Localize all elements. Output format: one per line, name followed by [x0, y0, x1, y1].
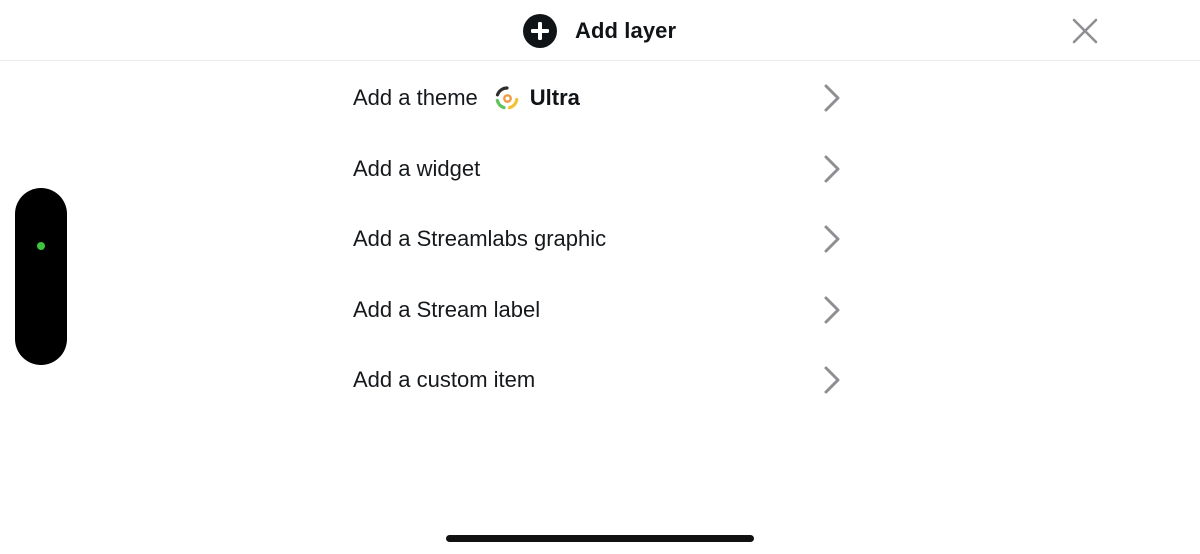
chevron-right-icon [824, 155, 840, 183]
menu-item-add-stream-label[interactable]: Add a Stream label [353, 275, 848, 346]
page-title: Add layer [575, 18, 677, 43]
close-button[interactable] [1070, 16, 1100, 46]
ultra-badge-label: Ultra [529, 85, 580, 111]
menu-item-add-custom-item[interactable]: Add a custom item [353, 345, 848, 416]
chevron-right-icon [824, 296, 840, 324]
ultra-ring-icon [495, 86, 519, 110]
close-icon [1072, 18, 1098, 44]
plus-circle-icon [523, 14, 557, 48]
menu-item-add-widget[interactable]: Add a widget [353, 134, 848, 205]
camera-indicator-dot [37, 242, 45, 250]
chevron-right-icon [824, 225, 840, 253]
menu-item-label: Add a widget [353, 155, 481, 181]
menu-item-label: Add a Stream label [353, 296, 541, 322]
add-layer-menu: Add a theme Ultra Add a widget Add a Str… [353, 63, 848, 416]
camera-pill [15, 188, 67, 365]
menu-item-add-theme[interactable]: Add a theme Ultra [353, 63, 848, 134]
menu-item-add-streamlabs-graphic[interactable]: Add a Streamlabs graphic [353, 204, 848, 275]
menu-item-label: Add a Streamlabs graphic [353, 226, 607, 252]
ultra-badge: Ultra [494, 85, 580, 111]
header: Add layer [0, 0, 1200, 61]
home-indicator[interactable] [446, 535, 754, 542]
header-title-group: Add layer [522, 13, 676, 49]
add-layer-screen: Add layer Add a theme Ultra Add a widget… [0, 0, 1200, 554]
chevron-right-icon [824, 366, 840, 394]
menu-item-label: Add a custom item [353, 367, 536, 393]
chevron-right-icon [824, 84, 840, 112]
menu-item-label: Add a theme [353, 85, 478, 111]
